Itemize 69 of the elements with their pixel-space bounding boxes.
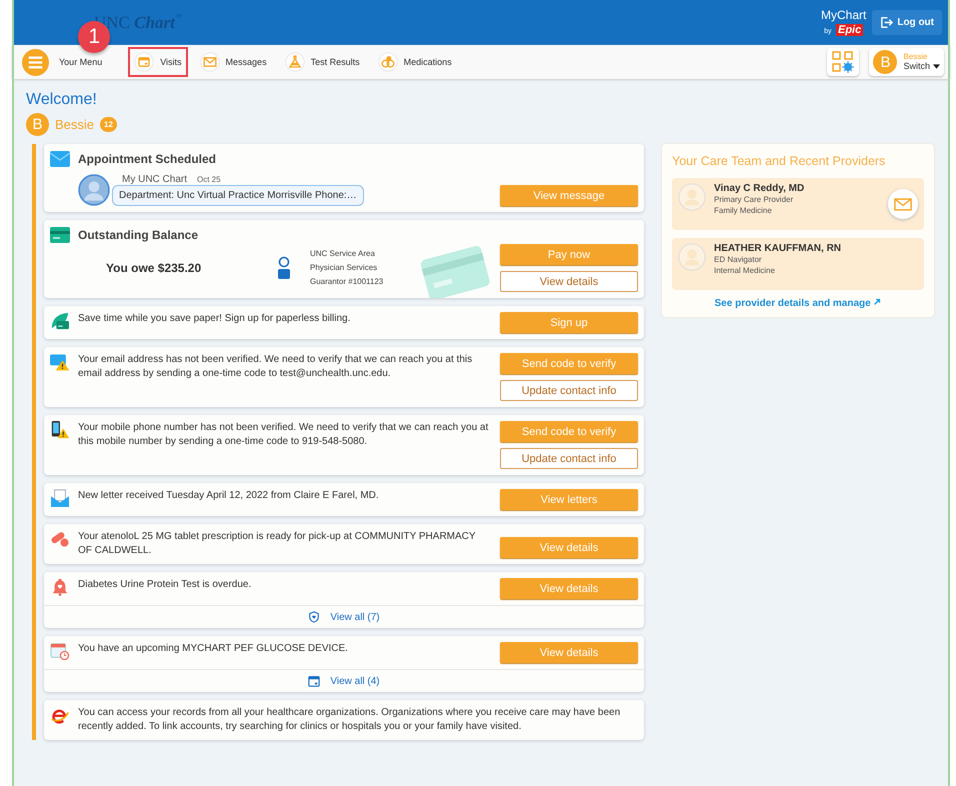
- logout-icon: [880, 16, 894, 29]
- patient-name: Bessie: [55, 117, 94, 132]
- action-button[interactable]: Update contact info: [500, 380, 638, 401]
- pill-icon: [50, 530, 70, 548]
- account-detail: Guarantor #1001123: [310, 276, 384, 288]
- calendar-icon: [308, 675, 320, 687]
- account-detail: UNC Service Area: [310, 248, 376, 260]
- provider-role: ED Navigator: [714, 254, 763, 265]
- person-avatar-icon: [78, 174, 110, 206]
- provider-name: Vinay C Reddy, MD: [714, 183, 806, 194]
- logout-button[interactable]: Log out: [872, 10, 942, 35]
- notice-text: You can access your records from all your healthcare organizations. Organizations where you receive care may have been recently added. To link accounts, try searching for clinics or hospitals you or your family have visited.: [78, 706, 622, 734]
- provider-details-link[interactable]: See provider details and manage: [672, 298, 924, 309]
- leaf-card-icon: [50, 312, 70, 330]
- welcome-heading: Welcome!: [26, 91, 98, 109]
- account-switcher[interactable]: B Bessie Switch: [869, 48, 944, 76]
- panel-title: Your Care Team and Recent Providers: [672, 154, 886, 168]
- provider-card[interactable]: HEATHER KAUFFMAN, RN ED Navigator Internal Medicine: [672, 238, 924, 290]
- nav-tab[interactable]: Medications: [374, 49, 456, 75]
- action-button[interactable]: View details: [500, 271, 638, 292]
- patient-avatar: B: [26, 113, 49, 136]
- provider-role: Primary Care Provider: [714, 194, 794, 205]
- card-title: Appointment Scheduled: [78, 152, 216, 166]
- notice-text: Your email address has not been verified. We need to verify that we can reach you at this email address by sending a one-time code to test@unchealth.unc.edu.: [78, 353, 474, 381]
- bell-icon: [50, 578, 70, 596]
- qr-virus-icon: [831, 50, 856, 74]
- sender-name: My UNC Chart: [122, 174, 188, 185]
- view-all-link[interactable]: View all (4): [44, 669, 644, 692]
- account-detail: Physician Services: [310, 262, 378, 274]
- pills-icon: [378, 52, 398, 72]
- phone-warning-icon: [50, 421, 70, 439]
- user-avatar: B: [873, 50, 898, 74]
- provider-department: Internal Medicine: [714, 265, 776, 276]
- calendar-icon: [134, 52, 154, 72]
- message-provider-button[interactable]: [888, 189, 918, 219]
- envelope-warning-icon: [50, 353, 70, 371]
- notice-text: Your atenoloL 25 MG tablet prescription is ready for pick-up at COMMUNITY PHARMACY OF CALDWELL.: [78, 530, 476, 558]
- notification-count: 12: [100, 117, 117, 132]
- menu-icon: [22, 48, 49, 76]
- flask-icon: [284, 52, 305, 72]
- doctor-icon: [276, 256, 292, 280]
- provider-name: HEATHER KAUFFMAN, RN: [714, 243, 842, 254]
- view-all-link[interactable]: View all (7): [44, 605, 644, 628]
- envelope-icon: [50, 150, 70, 168]
- nav-tab[interactable]: Test Results: [280, 49, 364, 75]
- notice-text: Diabetes Urine Protein Test is overdue.: [78, 578, 252, 592]
- qr-code-button[interactable]: [827, 48, 860, 76]
- notice-text: Save time while you save paper! Sign up for paperless billing.: [78, 312, 350, 326]
- action-button[interactable]: Update contact info: [500, 448, 638, 469]
- amount-owed: You owe $235.20: [106, 261, 202, 275]
- nav-tab[interactable]: Messages: [196, 49, 271, 75]
- provider-avatar-icon: [678, 183, 706, 211]
- envelope-icon: [200, 52, 220, 72]
- shield-icon: [308, 611, 320, 623]
- caret-icon: [933, 64, 940, 70]
- letter-icon: [50, 489, 70, 507]
- notice-text: You have an upcoming MYCHART PEF GLUCOSE DEVICE.: [78, 642, 348, 656]
- calendar-clock-icon: [50, 642, 70, 660]
- provider-department: Family Medicine: [714, 205, 773, 216]
- card-title: Outstanding Balance: [78, 228, 198, 242]
- envelope-icon: [894, 198, 912, 210]
- notice-text: New letter received Tuesday April 12, 2022 from Claire E Farel, MD.: [78, 489, 379, 503]
- external-link-icon: [873, 298, 882, 306]
- message-date: Oct 25: [197, 175, 221, 184]
- provider-avatar-icon: [678, 243, 706, 271]
- message-preview[interactable]: Department: Unc Virtual Practice Morrisville Phone:…: [112, 185, 364, 206]
- notice-text: Your mobile phone number has not been verified. We need to verify that we can reach you at this mobile number by sending a one-time code to 919-548-5080.: [78, 421, 490, 449]
- provider-card[interactable]: Vinay C Reddy, MD Primary Care Provider Family Medicine: [672, 178, 924, 230]
- credit-card-icon: [50, 226, 70, 244]
